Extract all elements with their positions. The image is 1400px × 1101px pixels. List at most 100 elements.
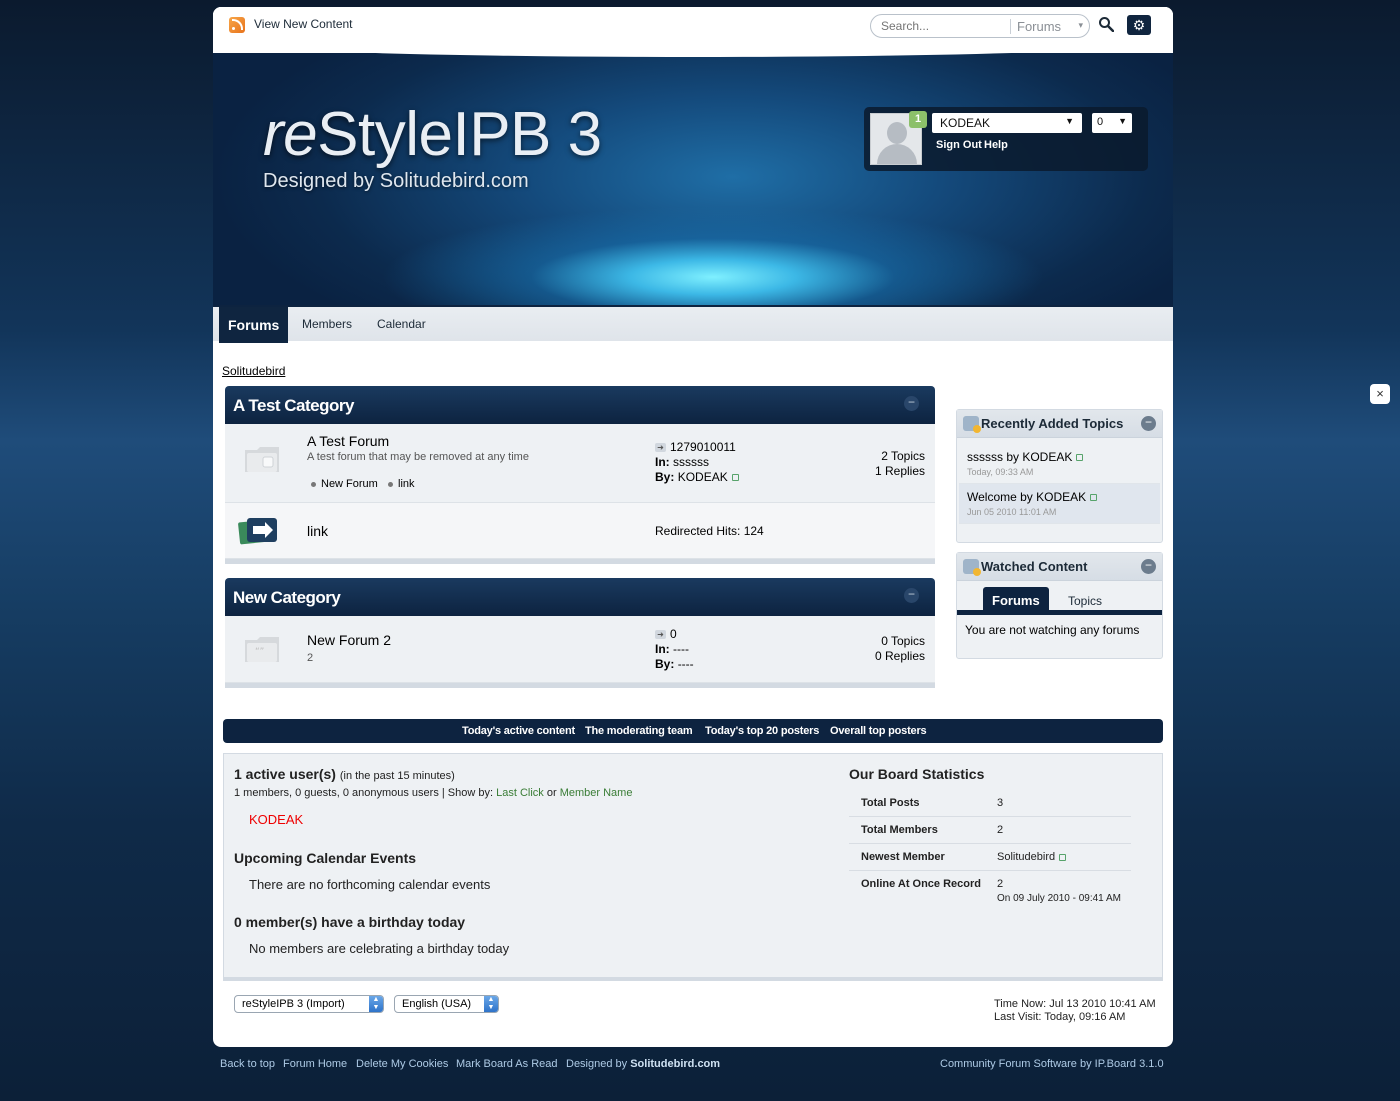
moderating-team-link[interactable]: The moderating team xyxy=(585,725,693,737)
sort-last-click-link[interactable]: Last Click xyxy=(496,787,544,799)
language-select[interactable]: English (USA) ▲ ▼ xyxy=(394,995,499,1013)
newest-member-link[interactable]: Solitudebird xyxy=(997,851,1055,863)
calendar-heading: Upcoming Calendar Events xyxy=(234,850,417,866)
forum-title[interactable]: link xyxy=(307,523,328,539)
logo-subtitle: Designed by Solitudebird.com xyxy=(263,170,529,192)
top20-posters-link[interactable]: Today's top 20 posters xyxy=(705,725,819,737)
stat-row: Online At Once Record 2 On 09 July 2010 - … xyxy=(861,878,1121,904)
calendar-text: There are no forthcoming calendar events xyxy=(249,877,491,892)
overall-top-posters-link[interactable]: Overall top posters xyxy=(830,725,927,737)
last-post-info: ➜ 0 In: ---- By: ---- xyxy=(655,627,694,671)
time-info: Time Now: Jul 13 2010 10:41 AM Last Visi… xyxy=(994,998,1156,1023)
chevron-down-icon: ▾ xyxy=(1078,20,1083,30)
forum-stats: 0 Topics 0 Replies xyxy=(874,634,925,663)
external-link-icon[interactable] xyxy=(1059,853,1067,861)
tab-watched-topics[interactable]: Topics xyxy=(1068,587,1102,615)
search-icon[interactable] xyxy=(1098,16,1114,32)
board-info-panel: 1 active user(s) (in the past 15 minutes… xyxy=(223,753,1163,981)
stat-row: Total Members 2 xyxy=(849,817,1131,844)
recent-topic-item[interactable]: ssssss by KODEAK Today, 09:33 AM xyxy=(959,444,1160,484)
last-post-topic[interactable]: ssssss xyxy=(673,455,709,469)
sidebar-title: Recently Added Topics xyxy=(981,416,1124,431)
skin-select[interactable]: reStyleIPB 3 (Import) ▲ ▼ xyxy=(234,995,384,1013)
forum-row-redirect: link Redirected Hits: 124 xyxy=(225,503,935,559)
breadcrumb[interactable]: Solitudebird xyxy=(222,364,285,378)
watched-content-box: Watched Content − Forums Topics You are … xyxy=(956,552,1163,659)
topics-icon xyxy=(963,416,981,433)
birthday-text: No members are celebrating a birthday to… xyxy=(249,941,510,956)
forum-title[interactable]: New Forum 2 xyxy=(307,632,391,648)
category-a-test: A Test Category − A Test Forum A test fo… xyxy=(225,386,935,564)
delete-cookies-link[interactable]: Delete My Cookies xyxy=(356,1058,448,1070)
stats-nav-bar: Today's active content The moderating te… xyxy=(223,719,1163,743)
active-content-link[interactable]: Today's active content xyxy=(462,725,575,737)
last-post-title[interactable]: 1279010011 xyxy=(670,440,736,454)
sort-member-name-link[interactable]: Member Name xyxy=(560,787,633,799)
forum-description: A test forum that may be removed at any … xyxy=(307,451,529,463)
go-to-post-icon[interactable]: ➜ xyxy=(655,443,666,452)
collapse-icon[interactable]: − xyxy=(1141,416,1156,431)
view-new-content-link[interactable]: View New Content xyxy=(254,17,353,31)
collapse-icon[interactable]: − xyxy=(904,588,919,603)
collapse-icon[interactable]: − xyxy=(904,396,919,411)
active-user-link[interactable]: KODEAK xyxy=(249,812,303,827)
search-scope-select[interactable]: Forums xyxy=(1017,19,1061,34)
category-title[interactable]: A Test Category xyxy=(233,396,354,416)
search-input[interactable] xyxy=(881,19,1006,33)
watched-icon xyxy=(963,559,981,576)
select-arrows-icon: ▲ ▼ xyxy=(369,996,383,1012)
board-stats-table: Total Posts 3 Total Members 2 Newest Membe… xyxy=(849,790,1131,911)
subforum-link[interactable]: New Forum xyxy=(311,478,378,490)
active-users-heading: 1 active user(s) (in the past 15 minutes… xyxy=(234,766,455,782)
external-link-icon[interactable] xyxy=(1076,454,1084,462)
go-to-post-icon[interactable]: ➜ xyxy=(655,630,666,639)
redirect-hits: Redirected Hits: 124 xyxy=(655,524,764,538)
stat-row: Newest Member Solitudebird xyxy=(849,844,1131,871)
top-bar: View New Content Forums ▾ ⚙ xyxy=(213,7,1173,53)
stat-row: Total Posts 3 xyxy=(849,790,1131,817)
page-wrapper: reStyleIPB 3 Designed by Solitudebird.co… xyxy=(213,7,1173,1047)
forum-stats: 2 Topics 1 Replies xyxy=(874,449,925,478)
external-link-icon[interactable] xyxy=(731,474,739,482)
watched-empty-text: You are not watching any forums xyxy=(965,623,1140,637)
powered-by-link[interactable]: Community Forum Software by IP.Board 3.1… xyxy=(940,1058,1164,1070)
folder-icon xyxy=(245,447,279,472)
forum-title[interactable]: A Test Forum xyxy=(307,433,389,449)
board-stats-heading: Our Board Statistics xyxy=(849,766,985,782)
header-banner: reStyleIPB 3 Designed by Solitudebird.co… xyxy=(213,7,1173,305)
forum-row: A Test Forum A test forum that may be re… xyxy=(225,424,935,503)
collapse-icon[interactable]: − xyxy=(1141,559,1156,574)
select-arrows-icon: ▲ ▼ xyxy=(484,996,498,1012)
recent-topics-box: Recently Added Topics − ssssss by KODEAK… xyxy=(956,409,1163,543)
designer-link[interactable]: Solitudebird.com xyxy=(630,1058,720,1070)
category-new: New Category − “” New Forum 2 2 ➜ 0 In: -… xyxy=(225,578,935,688)
chevron-down-icon: ▼ xyxy=(1118,116,1127,126)
sign-out-link[interactable]: Sign Out xyxy=(936,139,982,151)
back-to-top-link[interactable]: Back to top xyxy=(220,1058,275,1070)
close-button[interactable]: × xyxy=(1370,384,1390,404)
folder-icon: “” xyxy=(245,637,279,662)
rss-icon[interactable] xyxy=(229,17,245,33)
logo-title[interactable]: reStyleIPB 3 xyxy=(263,99,602,170)
user-menu-dropdown[interactable]: KODEAK ▼ xyxy=(932,113,1082,133)
notification-badge[interactable]: 1 xyxy=(909,111,927,128)
help-link[interactable]: Help xyxy=(984,139,1008,151)
tab-calendar[interactable]: Calendar xyxy=(377,307,426,341)
recent-topic-item[interactable]: Welcome by KODEAK Jun 05 2010 11:01 AM xyxy=(959,484,1160,524)
last-post-info: ➜ 1279010011 In: ssssss By: KODEAK xyxy=(655,440,739,485)
tab-forums[interactable]: Forums xyxy=(219,307,289,343)
subforum-link[interactable]: link xyxy=(388,478,415,490)
birthday-heading: 0 member(s) have a birthday today xyxy=(234,914,466,930)
tab-watched-forums[interactable]: Forums xyxy=(983,587,1049,615)
forum-home-link[interactable]: Forum Home xyxy=(283,1058,347,1070)
forum-description: 2 xyxy=(307,652,314,664)
inbox-count-dropdown[interactable]: 0 ▼ xyxy=(1092,113,1132,133)
category-title[interactable]: New Category xyxy=(233,588,341,608)
sidebar-title: Watched Content xyxy=(981,559,1088,574)
external-link-icon[interactable] xyxy=(1090,494,1098,502)
gear-icon[interactable]: ⚙ xyxy=(1127,15,1151,35)
mark-read-link[interactable]: Mark Board As Read xyxy=(456,1058,558,1070)
user-panel: 1 KODEAK ▼ 0 ▼ Sign Out Help xyxy=(864,107,1148,171)
last-post-author[interactable]: KODEAK xyxy=(678,470,728,484)
tab-members[interactable]: Members xyxy=(302,307,352,341)
